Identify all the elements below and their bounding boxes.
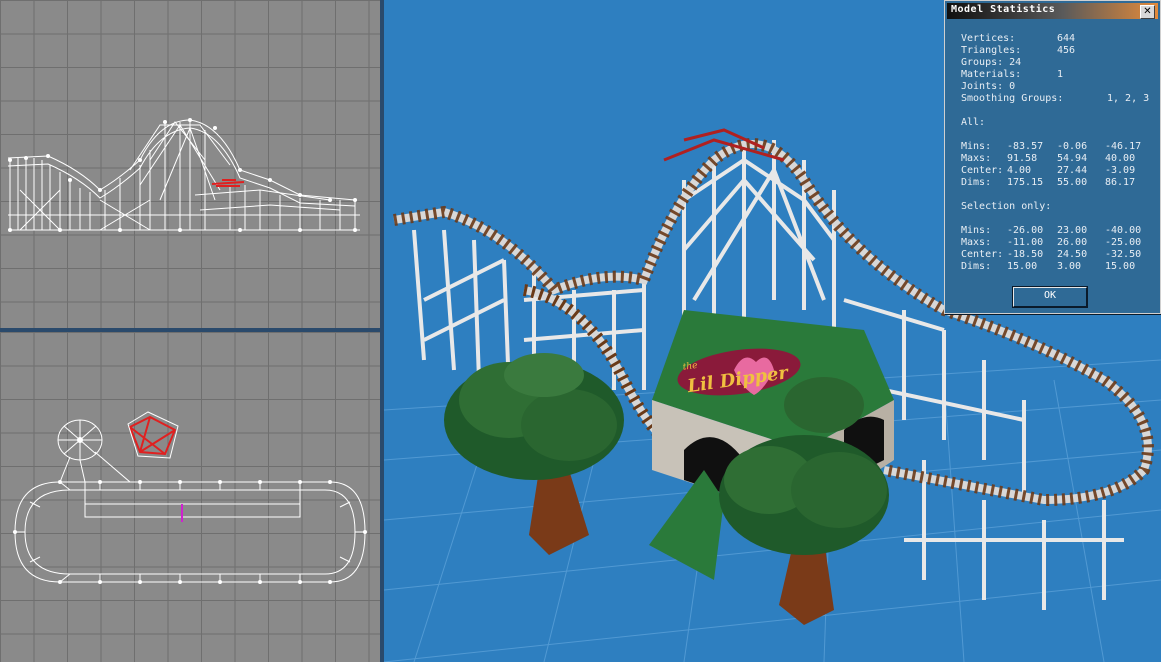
all-row-z: -3.09: [1105, 165, 1136, 176]
stat-vertices-label: Vertices:: [961, 33, 1016, 44]
selection-row-x: 15.00: [1007, 261, 1038, 272]
selection-row-x: -26.00: [1007, 225, 1044, 236]
selection-row-label: Dims:: [961, 261, 992, 272]
close-icon[interactable]: ✕: [1140, 5, 1155, 19]
model-statistics-dialog: Model Statistics ✕ Vertices: 644 Triangl…: [944, 0, 1161, 314]
selection-heading: Selection only:: [961, 201, 1052, 212]
all-row-z: 40.00: [1105, 153, 1136, 164]
selection-row-x: -18.50: [1007, 249, 1044, 260]
selection-row-z: -40.00: [1105, 225, 1142, 236]
selection-row-y: 26.00: [1057, 237, 1088, 248]
top-wireframe: [13, 411, 367, 584]
all-row-y: 27.44: [1057, 165, 1088, 176]
ok-button[interactable]: OK: [1012, 286, 1088, 308]
stat-triangles-label: Triangles:: [961, 45, 1022, 56]
svg-text:the: the: [682, 361, 698, 373]
all-row-x: -83.57: [1007, 141, 1044, 152]
top-selection: [128, 415, 177, 456]
stat-triangles-value: 456: [1057, 45, 1076, 56]
side-wireframe: [7, 118, 360, 232]
all-row-label: Center:: [961, 165, 1004, 176]
all-row-z: 86.17: [1105, 177, 1136, 188]
selection-row-label: Mins:: [961, 225, 992, 236]
all-row-y: 54.94: [1057, 153, 1088, 164]
side-selection: [211, 179, 245, 187]
dialog-titlebar[interactable]: Model Statistics ✕: [947, 3, 1158, 19]
stat-groups: Groups: 24: [961, 57, 1022, 68]
stat-materials-value: 1: [1057, 69, 1064, 80]
stat-joints: Joints: 0: [961, 81, 1016, 92]
selection-row-z: 15.00: [1105, 261, 1136, 272]
selection-row-y: 23.00: [1057, 225, 1088, 236]
selection-row-label: Maxs:: [961, 237, 992, 248]
all-row-z: -46.17: [1105, 141, 1142, 152]
selection-row-x: -11.00: [1007, 237, 1044, 248]
dialog-title: Model Statistics: [951, 4, 1056, 15]
all-row-label: Maxs:: [961, 153, 992, 164]
stat-smoothing-label: Smoothing Groups:: [961, 93, 1064, 104]
all-row-x: 91.58: [1007, 153, 1038, 164]
stat-smoothing-value: 1, 2, 3: [1107, 93, 1150, 104]
top-viewport[interactable]: [0, 332, 382, 662]
selection-row-y: 24.50: [1057, 249, 1088, 260]
stat-vertices-value: 644: [1057, 33, 1076, 44]
selection-row-label: Center:: [961, 249, 1004, 260]
all-heading: All:: [961, 117, 986, 128]
tree-left: [444, 353, 624, 555]
viewport-divider-horizontal[interactable]: [0, 328, 380, 332]
all-row-x: 175.15: [1007, 177, 1044, 188]
selection-row-z: -25.00: [1105, 237, 1142, 248]
ok-button-label: OK: [1043, 290, 1057, 301]
all-row-label: Dims:: [961, 177, 992, 188]
all-row-y: 55.00: [1057, 177, 1088, 188]
all-row-x: 4.00: [1007, 165, 1032, 176]
all-row-label: Mins:: [961, 141, 992, 152]
side-viewport[interactable]: [0, 0, 382, 330]
stat-materials-label: Materials:: [961, 69, 1022, 80]
selection-row-z: -32.50: [1105, 249, 1142, 260]
all-row-y: -0.06: [1057, 141, 1088, 152]
selection-row-y: 3.00: [1057, 261, 1082, 272]
